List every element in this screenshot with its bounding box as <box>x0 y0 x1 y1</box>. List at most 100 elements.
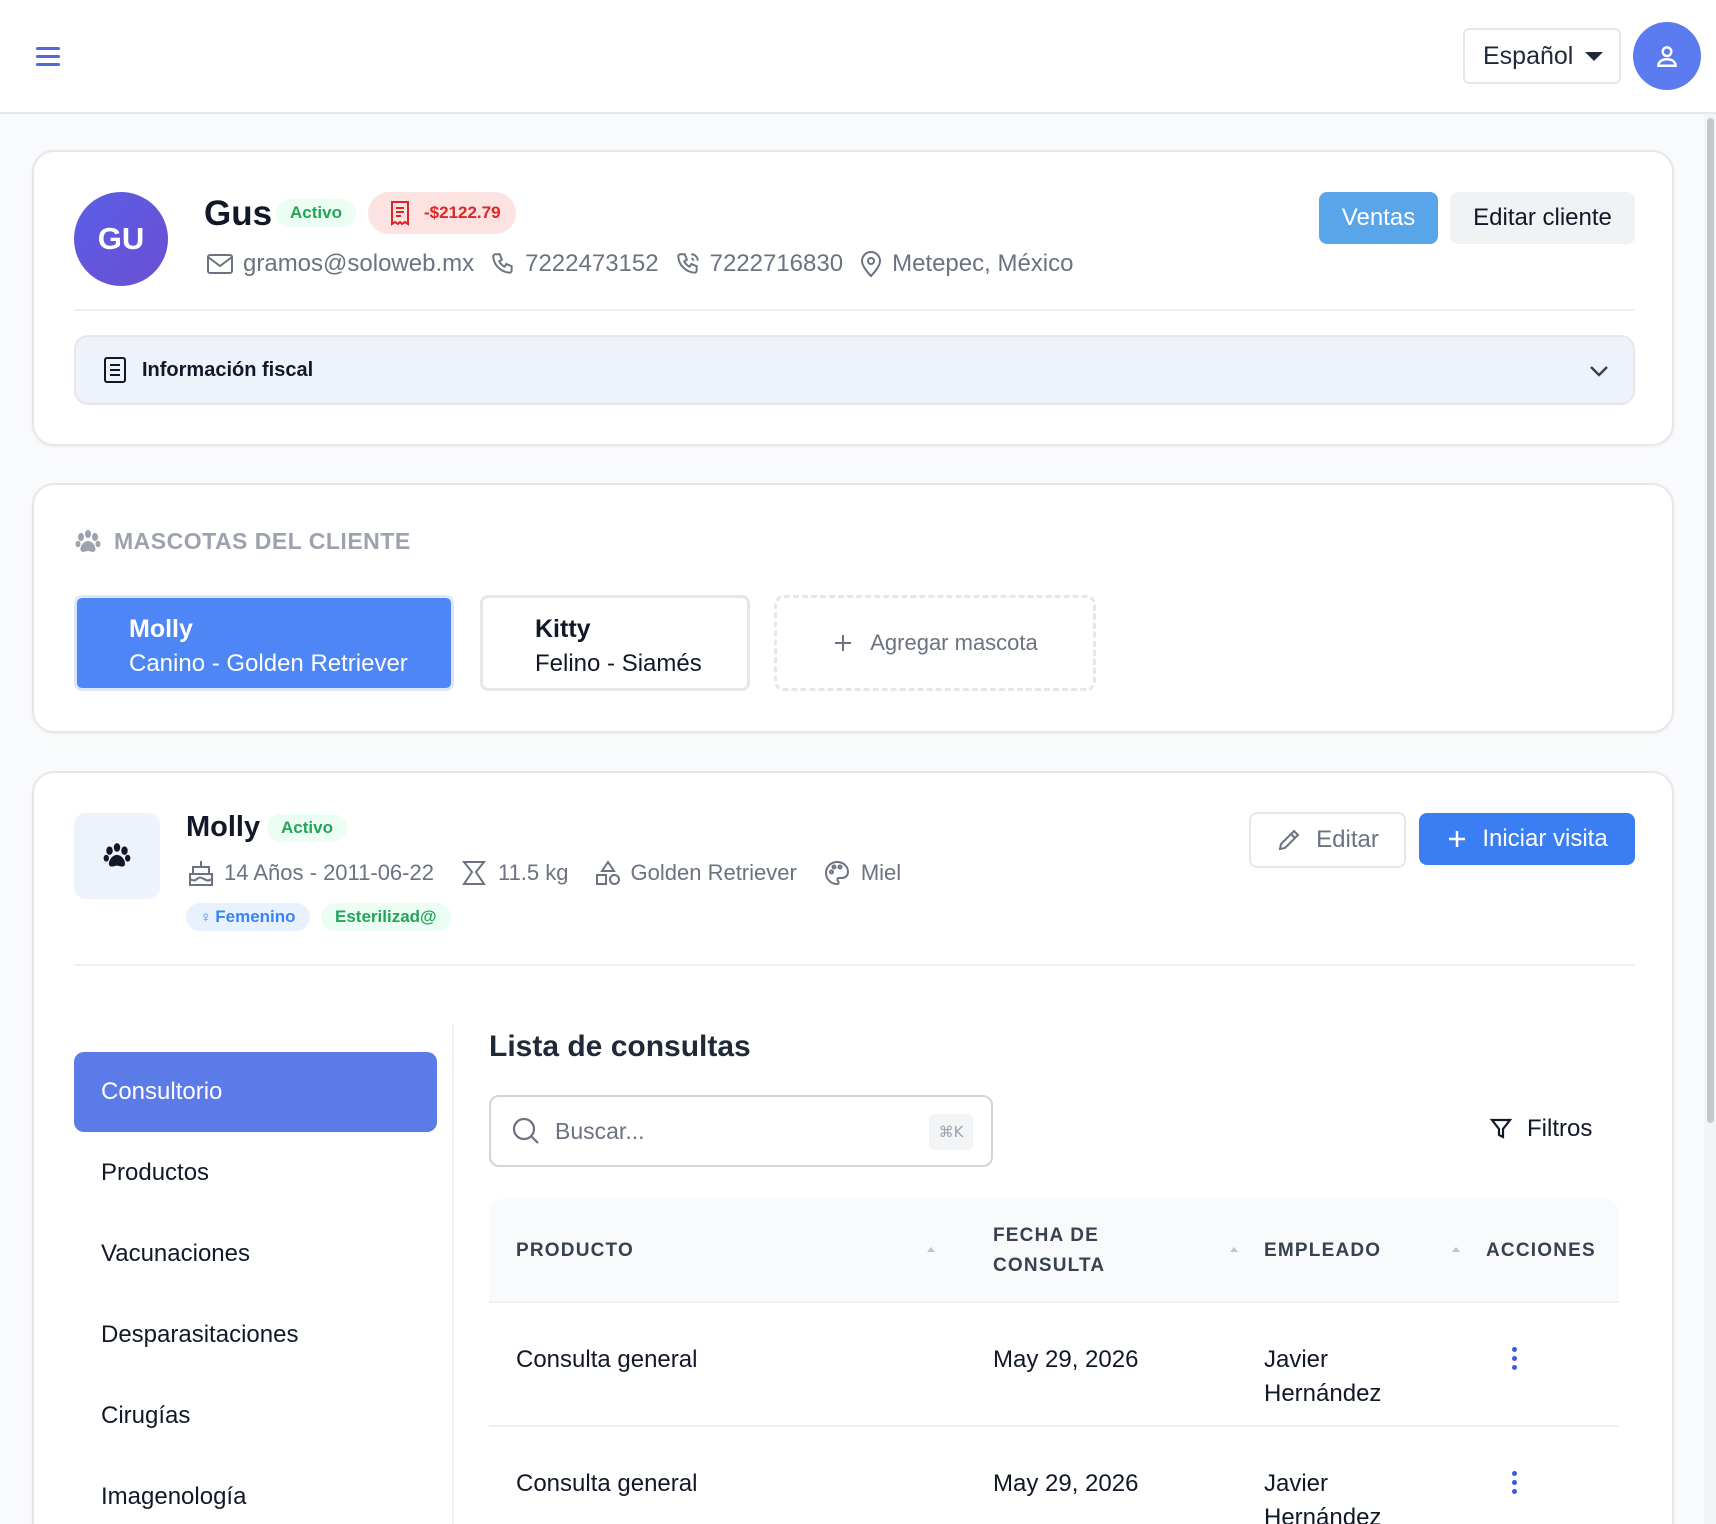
client-status-badge: Activo <box>276 199 356 227</box>
divider <box>74 309 1635 311</box>
language-select[interactable]: Español <box>1463 28 1621 84</box>
nav-item-desparasitaciones[interactable]: Desparasitaciones <box>74 1295 437 1375</box>
client-phone[interactable]: 7222473152 <box>525 250 658 278</box>
column-header-date[interactable]: FECHA DE CONSULTA <box>993 1221 1105 1281</box>
pet-status-badge: Activo <box>267 814 347 842</box>
paw-icon <box>103 843 131 867</box>
nav-item-consultorio[interactable]: Consultorio <box>74 1052 437 1132</box>
vertical-divider <box>452 1024 454 1524</box>
column-header-actions: ACCIONES <box>1486 1240 1596 1261</box>
shortcut-hint: ⌘K <box>929 1114 973 1150</box>
client-name: Gus <box>204 194 273 233</box>
employee-last-name: Hernández <box>1264 1504 1382 1524</box>
pencil-icon <box>1278 829 1300 851</box>
cell-employee: Javier Hernández <box>1264 1467 1381 1524</box>
balance-badge[interactable]: -$2122.79 <box>368 192 516 234</box>
more-actions-icon[interactable] <box>1512 1471 1518 1494</box>
column-header-product[interactable]: PRODUCTO <box>516 1236 634 1266</box>
hamburger-menu-icon[interactable] <box>30 38 66 74</box>
start-visit-button[interactable]: Iniciar visita <box>1419 813 1635 865</box>
pet-tab-kitty[interactable]: Kitty Felino - Siamés <box>480 595 750 691</box>
section-nav: Consultorio Productos Vacunaciones Despa… <box>74 1052 437 1524</box>
date-header-line2: CONSULTA <box>993 1255 1106 1276</box>
sort-icon[interactable] <box>1452 1247 1460 1252</box>
pets-section-title: MASCOTAS DEL CLIENTE <box>74 528 411 555</box>
employee-last-name: Hernández <box>1264 1380 1382 1407</box>
user-account-button[interactable] <box>1633 22 1701 90</box>
client-card: GU Gus Activo -$2122.79 gramos@soloweb.m… <box>32 150 1674 446</box>
pet-weight: 11.5 kg <box>497 860 569 885</box>
employee-first-name: Javier <box>1264 1470 1329 1497</box>
consults-table: PRODUCTO FECHA DE CONSULTA EMPLEADO ACCI… <box>489 1199 1619 1524</box>
scale-icon <box>461 861 487 885</box>
pet-age: 14 Años - 2011-06-22 <box>224 860 434 885</box>
search-icon <box>512 1117 539 1144</box>
cake-icon <box>189 861 213 886</box>
pet-detail-card: Molly Activo 14 Años - 2011-06-22 11.5 k… <box>32 771 1674 1524</box>
sort-icon[interactable] <box>927 1247 935 1252</box>
pet-breed: Golden Retriever <box>630 860 797 885</box>
caret-down-icon <box>1585 52 1603 61</box>
consults-title: Lista de consultas <box>489 1030 751 1063</box>
pets-card: MASCOTAS DEL CLIENTE Molly Canino - Gold… <box>32 483 1674 733</box>
client-avatar: GU <box>74 192 168 286</box>
document-list-icon <box>104 357 126 383</box>
edit-pet-button[interactable]: Editar <box>1249 812 1406 868</box>
phone-icon <box>492 253 513 274</box>
chevron-down-icon <box>1590 366 1608 377</box>
filters-button[interactable]: Filtros <box>1489 1115 1592 1143</box>
sex-label: Femenino <box>215 907 296 926</box>
column-header-employee[interactable]: EMPLEADO <box>1264 1236 1381 1266</box>
pet-name: Molly <box>186 811 261 843</box>
paw-icon <box>75 529 101 552</box>
edit-pet-label: Editar <box>1316 826 1379 853</box>
balance-value: -$2122.79 <box>424 203 501 222</box>
sterilized-badge: Esterilizad@ <box>321 903 451 931</box>
pet-tab-molly[interactable]: Molly Canino - Golden Retriever <box>74 595 454 691</box>
cell-employee: Javier Hernández <box>1264 1343 1381 1411</box>
language-value: Español <box>1483 41 1574 70</box>
plus-icon <box>1449 831 1466 847</box>
cell-product: Consulta general <box>516 1346 698 1373</box>
client-mobile[interactable]: 7222716830 <box>710 250 843 278</box>
palette-icon <box>824 860 849 886</box>
pet-avatar <box>74 813 160 899</box>
date-header-line1: FECHA DE <box>993 1225 1100 1246</box>
plus-icon <box>835 635 852 651</box>
divider <box>74 964 1635 966</box>
pet-tab-breed: Canino - Golden Retriever <box>129 650 408 677</box>
start-visit-label: Iniciar visita <box>1482 825 1608 852</box>
shapes-icon <box>595 860 620 885</box>
mail-icon <box>207 254 233 274</box>
pet-tab-name: Kitty <box>535 615 591 643</box>
add-pet-button[interactable]: Agregar mascota <box>774 595 1096 691</box>
filter-icon <box>1489 1118 1513 1139</box>
cell-date: May 29, 2026 <box>993 1346 1139 1373</box>
contact-row: gramos@soloweb.mx 7222473152 7222716830 … <box>206 250 1089 278</box>
nav-item-productos[interactable]: Productos <box>74 1133 437 1213</box>
cell-product: Consulta general <box>516 1470 698 1497</box>
phone-call-icon <box>676 253 699 274</box>
sales-button[interactable]: Ventas <box>1319 192 1438 244</box>
pet-tab-name: Molly <box>129 615 193 643</box>
table-row[interactable]: Consulta general May 29, 2026 Javier Her… <box>489 1303 1619 1427</box>
nav-item-cirugias[interactable]: Cirugías <box>74 1376 437 1456</box>
map-pin-icon <box>861 251 882 278</box>
scrollbar-thumb[interactable] <box>1707 118 1714 1123</box>
nav-item-vacunaciones[interactable]: Vacunaciones <box>74 1214 437 1294</box>
edit-client-button[interactable]: Editar cliente <box>1450 192 1635 244</box>
fiscal-info-accordion[interactable]: Información fiscal <box>74 335 1635 405</box>
pet-color: Miel <box>860 860 902 885</box>
female-icon: ♀ <box>200 908 212 926</box>
pet-info-row: 14 Años - 2011-06-22 11.5 kg Golden Retr… <box>188 859 927 887</box>
search-placeholder: Buscar... <box>555 1117 645 1144</box>
top-bar: Español <box>0 0 1716 114</box>
receipt-icon <box>391 201 409 226</box>
search-input[interactable]: Buscar... ⌘K <box>489 1095 993 1167</box>
sort-icon[interactable] <box>1230 1247 1238 1252</box>
nav-item-imagenologia[interactable]: Imagenología <box>74 1457 437 1524</box>
table-row[interactable]: Consulta general May 29, 2026 Javier Her… <box>489 1427 1619 1524</box>
more-actions-icon[interactable] <box>1512 1347 1518 1370</box>
fiscal-info-label: Información fiscal <box>142 358 314 381</box>
client-email[interactable]: gramos@soloweb.mx <box>243 250 474 278</box>
